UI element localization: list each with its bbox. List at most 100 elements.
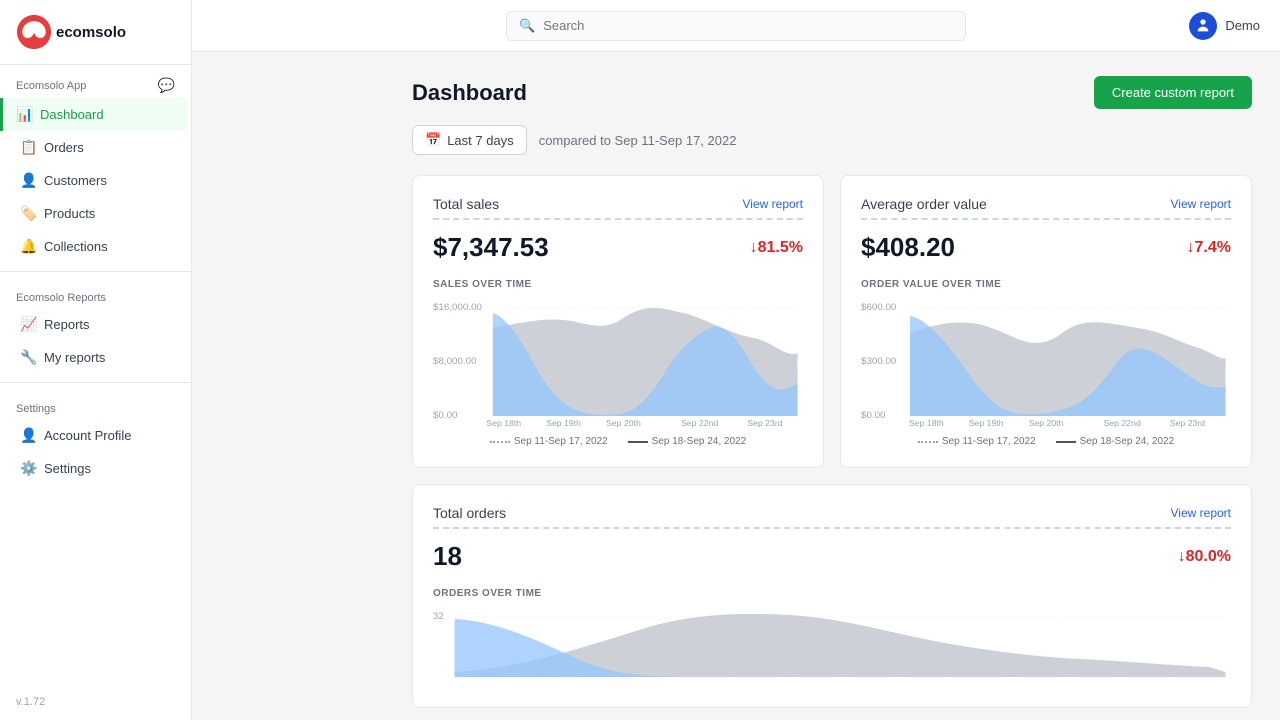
logo-text: ecomsolo — [56, 24, 126, 41]
section-title-app: Ecomsolo App 💬 — [0, 65, 191, 98]
logo-area: ecomsolo — [0, 0, 191, 65]
sidebar-section-settings: Settings 👤 Account Profile ⚙️ Settings — [0, 391, 191, 485]
search-input[interactable] — [543, 18, 953, 33]
svg-text:Sep 22nd: Sep 22nd — [1104, 418, 1142, 428]
user-name: Demo — [1225, 18, 1260, 33]
sales-chart-legend: Sep 11-Sep 17, 2022 Sep 18-Sep 24, 2022 — [433, 436, 803, 447]
avg-order-value: $408.20 — [861, 232, 955, 263]
total-orders-title: Total orders — [433, 505, 506, 521]
svg-text:Sep 23rd: Sep 23rd — [747, 418, 783, 428]
products-icon: 🏷️ — [20, 205, 36, 222]
user-area: Demo — [1189, 12, 1260, 40]
avg-order-divider — [861, 218, 1231, 220]
page-header: Dashboard Create custom report — [412, 76, 1252, 109]
sidebar-item-dashboard[interactable]: 📊 Dashboard — [0, 98, 187, 131]
total-sales-value-row: $7,347.53 ↓81.5% — [433, 232, 803, 263]
svg-text:$300.00: $300.00 — [861, 355, 896, 366]
total-sales-card: Total sales View report $7,347.53 ↓81.5%… — [412, 175, 824, 468]
chat-icon[interactable]: 💬 — [158, 77, 175, 94]
sidebar-item-orders[interactable]: 📋 Orders — [4, 131, 187, 164]
svg-text:Sep 20th: Sep 20th — [606, 418, 641, 428]
cards-row-top: Total sales View report $7,347.53 ↓81.5%… — [412, 175, 1252, 468]
svg-text:$8,000.00: $8,000.00 — [433, 355, 477, 366]
svg-text:Sep 23rd: Sep 23rd — [1170, 418, 1206, 428]
total-sales-value: $7,347.53 — [433, 232, 549, 263]
sidebar-item-customers[interactable]: 👤 Customers — [4, 164, 187, 197]
sidebar: ecomsolo Ecomsolo App 💬 📊 Dashboard 📋 Or… — [0, 0, 192, 720]
total-orders-value: 18 — [433, 541, 462, 572]
collections-icon: 🔔 — [20, 238, 36, 255]
avg-legend-solid-line — [1056, 441, 1076, 443]
sidebar-divider — [0, 271, 191, 272]
sidebar-item-account-profile[interactable]: 👤 Account Profile — [4, 419, 187, 452]
orders-chart: 32 — [433, 607, 1231, 687]
settings-icon: ⚙️ — [20, 460, 36, 477]
total-orders-value-row: 18 ↓80.0% — [433, 541, 1231, 572]
version-label: v.1.72 — [0, 684, 191, 720]
dashboard-icon: 📊 — [16, 106, 32, 123]
svg-text:$16,000.00: $16,000.00 — [433, 301, 482, 312]
total-sales-header: Total sales View report — [433, 196, 803, 212]
total-orders-view-report-link[interactable]: View report — [1171, 506, 1231, 520]
logo-icon — [16, 14, 52, 50]
svg-text:Sep 22nd: Sep 22nd — [681, 418, 719, 428]
svg-text:Sep 18th: Sep 18th — [486, 418, 521, 428]
avg-legend-period2: Sep 18-Sep 24, 2022 — [1056, 436, 1175, 447]
date-filter-button[interactable]: 📅 Last 7 days — [412, 125, 527, 155]
sidebar-item-collections[interactable]: 🔔 Collections — [4, 230, 187, 263]
sidebar-item-my-reports[interactable]: 🔧 My reports — [4, 341, 187, 374]
svg-text:Sep 19th: Sep 19th — [969, 418, 1004, 428]
orders-icon: 📋 — [20, 139, 36, 156]
avg-order-chart: $600.00 $300.00 $0.00 Sep 18th Sep 19th … — [861, 298, 1231, 428]
search-box[interactable]: 🔍 — [506, 11, 966, 41]
search-icon: 🔍 — [519, 18, 535, 34]
total-orders-card: Total orders View report 18 ↓80.0% ORDER… — [412, 484, 1252, 708]
svg-text:Sep 20th: Sep 20th — [1029, 418, 1064, 428]
sidebar-item-reports[interactable]: 📈 Reports — [4, 308, 187, 341]
total-orders-change: ↓80.0% — [1178, 548, 1231, 566]
avg-order-header: Average order value View report — [861, 196, 1231, 212]
svg-text:$0.00: $0.00 — [861, 409, 885, 420]
page-title: Dashboard — [412, 80, 527, 106]
main-content: Dashboard Create custom report 📅 Last 7 … — [384, 52, 1280, 720]
svg-text:Sep 19th: Sep 19th — [546, 418, 581, 428]
calendar-icon: 📅 — [425, 132, 441, 148]
total-sales-title: Total sales — [433, 196, 499, 212]
legend-dashed-line — [490, 441, 510, 443]
avg-order-value-card: Average order value View report $408.20 … — [840, 175, 1252, 468]
total-sales-view-report-link[interactable]: View report — [743, 197, 803, 211]
sidebar-section-reports: Ecomsolo Reports 📈 Reports 🔧 My reports — [0, 280, 191, 374]
avg-legend-period1: Sep 11-Sep 17, 2022 — [918, 436, 1036, 447]
legend-period2: Sep 18-Sep 24, 2022 — [628, 436, 747, 447]
avg-order-title: Average order value — [861, 196, 987, 212]
account-icon: 👤 — [20, 427, 36, 444]
section-title-settings: Settings — [0, 391, 191, 419]
section-title-reports: Ecomsolo Reports — [0, 280, 191, 308]
total-sales-change: ↓81.5% — [750, 239, 803, 257]
sidebar-divider-2 — [0, 382, 191, 383]
orders-chart-title: ORDERS OVER TIME — [433, 588, 1231, 599]
date-compare-text: compared to Sep 11-Sep 17, 2022 — [539, 133, 737, 148]
avg-order-view-report-link[interactable]: View report — [1171, 197, 1231, 211]
my-reports-icon: 🔧 — [20, 349, 36, 366]
avg-order-change: ↓7.4% — [1187, 239, 1231, 257]
sidebar-item-settings[interactable]: ⚙️ Settings — [4, 452, 187, 485]
reports-icon: 📈 — [20, 316, 36, 333]
create-custom-report-button[interactable]: Create custom report — [1094, 76, 1252, 109]
svg-text:Sep 18th: Sep 18th — [909, 418, 944, 428]
avg-order-chart-title: ORDER VALUE OVER TIME — [861, 279, 1231, 290]
sales-chart-title: SALES OVER TIME — [433, 279, 803, 290]
date-filter: 📅 Last 7 days compared to Sep 11-Sep 17,… — [412, 125, 1252, 155]
sidebar-section-ecomsolo-app: Ecomsolo App 💬 📊 Dashboard 📋 Orders 👤 Cu… — [0, 65, 191, 263]
legend-solid-line — [628, 441, 648, 443]
total-sales-divider — [433, 218, 803, 220]
svg-text:$600.00: $600.00 — [861, 301, 896, 312]
sidebar-item-products[interactable]: 🏷️ Products — [4, 197, 187, 230]
avg-legend-dashed-line — [918, 441, 938, 443]
customers-icon: 👤 — [20, 172, 36, 189]
total-orders-divider — [433, 527, 1231, 529]
legend-period1: Sep 11-Sep 17, 2022 — [490, 436, 608, 447]
svg-text:32: 32 — [433, 611, 444, 621]
user-avatar — [1189, 12, 1217, 40]
sales-chart: $16,000.00 $8,000.00 $0.00 Sep 18th Sep … — [433, 298, 803, 428]
